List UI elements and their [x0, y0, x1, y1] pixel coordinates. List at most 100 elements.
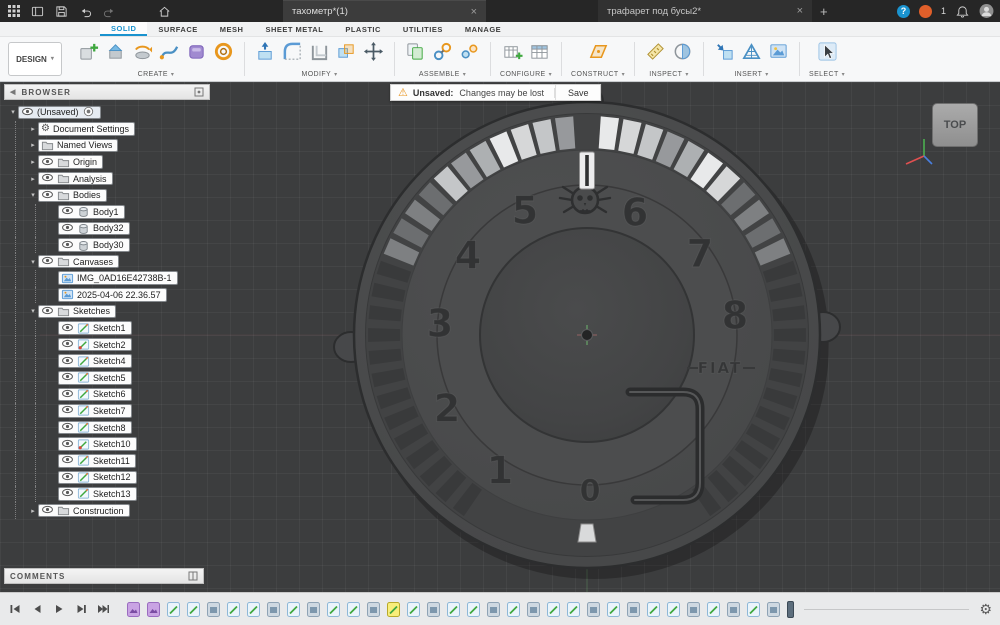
timeline-feature-feature[interactable] [726, 601, 741, 618]
browser-item-canvases[interactable]: ▾ Canvases [4, 253, 210, 270]
ribbon-tab-manage[interactable]: MANAGE [454, 22, 512, 36]
browser-item-2025-04-06-22-36-57[interactable]: 2025-04-06 22.36.57 [4, 286, 210, 304]
timeline-settings-gear-icon[interactable]: ⚙ [979, 601, 1000, 618]
timeline-feature-sketch[interactable] [326, 601, 341, 618]
joint-icon[interactable] [431, 40, 454, 63]
timeline-feature-sketch[interactable] [546, 601, 561, 618]
timeline-feature-feature[interactable] [626, 601, 641, 618]
browser-item-body1[interactable]: Body1 [4, 203, 210, 221]
visibility-eye-icon[interactable] [61, 486, 74, 501]
browser-item-bodies[interactable]: ▾ Bodies [4, 186, 210, 204]
visibility-eye-icon[interactable] [41, 254, 54, 269]
browser-item-sketch12[interactable]: Sketch12 [4, 469, 210, 486]
ribbon-group-label[interactable]: INSERT ▾ [734, 71, 768, 79]
ribbon-tab-sheet-metal[interactable]: SHEET METAL [254, 22, 334, 36]
expand-arrow-icon[interactable]: ▸ [28, 175, 38, 183]
new-component-asm-icon[interactable] [404, 40, 427, 63]
browser-item-sketch4[interactable]: Sketch4 [4, 352, 210, 370]
close-tab-icon[interactable]: × [471, 6, 477, 18]
visibility-eye-icon[interactable] [41, 188, 54, 203]
ribbon-tab-solid[interactable]: SOLID [100, 22, 148, 36]
ribbon-tab-surface[interactable]: SURFACE [147, 22, 208, 36]
tree-node-box[interactable]: (Unsaved) [18, 105, 101, 120]
insert-derive-icon[interactable] [713, 40, 736, 63]
insert-mesh-icon[interactable] [740, 40, 763, 63]
browser-item-sketch5[interactable]: Sketch5 [4, 369, 210, 387]
tree-node-box[interactable]: Named Views [38, 138, 119, 153]
browser-item-construction[interactable]: ▸ Construction [4, 502, 210, 519]
go-to-start-button[interactable] [8, 602, 22, 616]
app-grid-icon[interactable] [6, 4, 21, 19]
timeline-feature-feature[interactable] [366, 601, 381, 618]
timeline-feature-sketch[interactable] [246, 601, 261, 618]
browser-item-sketch13[interactable]: Sketch13 [4, 485, 210, 503]
visibility-eye-icon[interactable] [61, 387, 74, 402]
ribbon-group-label[interactable]: SELECT ▾ [809, 71, 845, 79]
tree-node-box[interactable]: Bodies [38, 188, 107, 203]
revolve-icon[interactable] [131, 40, 154, 63]
collapse-panel-icon[interactable]: ◀ [10, 88, 16, 96]
visibility-eye-icon[interactable] [61, 238, 74, 253]
ribbon-group-label[interactable]: CONSTRUCT ▾ [571, 71, 625, 79]
visibility-eye-icon[interactable] [41, 503, 54, 518]
timeline-track[interactable] [804, 608, 970, 610]
configuration-table-icon[interactable] [528, 40, 551, 63]
play-button[interactable] [52, 602, 66, 616]
bell-icon[interactable] [955, 4, 970, 19]
ribbon-tab-plastic[interactable]: PLASTIC [334, 22, 392, 36]
configuration-icon[interactable] [501, 40, 524, 63]
ribbon-group-label[interactable]: CONFIGURE ▾ [500, 71, 552, 79]
timeline-feature-canvas[interactable] [126, 601, 141, 618]
visibility-eye-icon[interactable] [61, 437, 74, 452]
canvas-icon[interactable] [767, 40, 790, 63]
help-icon[interactable]: ? [896, 4, 910, 18]
visibility-eye-icon[interactable] [41, 304, 54, 319]
browser-item-analysis[interactable]: ▸ Analysis [4, 170, 210, 187]
expand-arrow-icon[interactable]: ▸ [28, 125, 38, 133]
comments-header[interactable]: COMMENTS [4, 568, 204, 584]
expand-arrow-icon[interactable]: ▾ [28, 191, 38, 199]
as-built-joint-icon[interactable] [458, 40, 481, 63]
timeline-feature-sketch[interactable] [346, 601, 361, 618]
timeline-feature-canvas[interactable] [146, 601, 161, 618]
timeline-feature-feature[interactable] [526, 601, 541, 618]
timeline-feature-feature[interactable] [766, 601, 781, 618]
tree-node-box[interactable]: Sketch1 [58, 321, 132, 335]
job-status-icon[interactable] [918, 4, 932, 18]
ribbon-group-label[interactable]: INSPECT ▾ [649, 71, 689, 79]
browser-item--unsaved-[interactable]: ▾ (Unsaved) [4, 104, 210, 121]
tree-node-box[interactable]: Sketch2 [58, 337, 132, 352]
timeline-feature-sketch[interactable] [606, 601, 621, 618]
workspace-selector[interactable]: DESIGN ▾ [8, 42, 62, 76]
browser-item-body30[interactable]: Body30 [4, 236, 210, 254]
step-back-button[interactable] [30, 602, 44, 616]
extrude-icon[interactable] [104, 40, 127, 63]
tree-node-box[interactable]: Sketch4 [58, 354, 132, 368]
timeline-feature-feature[interactable] [266, 601, 281, 618]
tree-node-box[interactable]: Sketch13 [58, 487, 137, 501]
activate-radio-icon[interactable] [82, 105, 95, 120]
viewcube[interactable]: TOP [932, 103, 978, 147]
undo-icon[interactable] [78, 4, 93, 19]
browser-item-sketch8[interactable]: Sketch8 [4, 419, 210, 436]
new-component-icon[interactable] [77, 40, 100, 63]
timeline-feature-feature[interactable] [586, 601, 601, 618]
ribbon-group-label[interactable]: MODIFY ▾ [301, 71, 337, 79]
select-cursor-icon[interactable] [816, 40, 839, 63]
tree-node-box[interactable]: Canvases [38, 254, 120, 269]
tree-node-box[interactable]: Sketch5 [58, 371, 132, 385]
browser-item-sketch11[interactable]: Sketch11 [4, 452, 210, 470]
fillet-icon[interactable] [281, 40, 304, 63]
timeline-feature-sketch[interactable] [646, 601, 661, 618]
press-pull-icon[interactable] [254, 40, 277, 63]
visibility-eye-icon[interactable] [61, 354, 74, 369]
tree-node-box[interactable]: Body32 [58, 221, 130, 236]
browser-item-sketch7[interactable]: Sketch7 [4, 402, 210, 420]
coil-icon[interactable] [212, 40, 235, 63]
expand-arrow-icon[interactable]: ▸ [28, 507, 38, 515]
data-panel-icon[interactable] [30, 4, 45, 19]
document-tab-2[interactable]: трафарет под бусы2* × [598, 0, 812, 22]
browser-item-sketches[interactable]: ▾ Sketches [4, 303, 210, 320]
tachometer-model[interactable]: 0 12 345 678 FIAT [333, 85, 841, 579]
save-button[interactable]: Save [554, 85, 601, 100]
